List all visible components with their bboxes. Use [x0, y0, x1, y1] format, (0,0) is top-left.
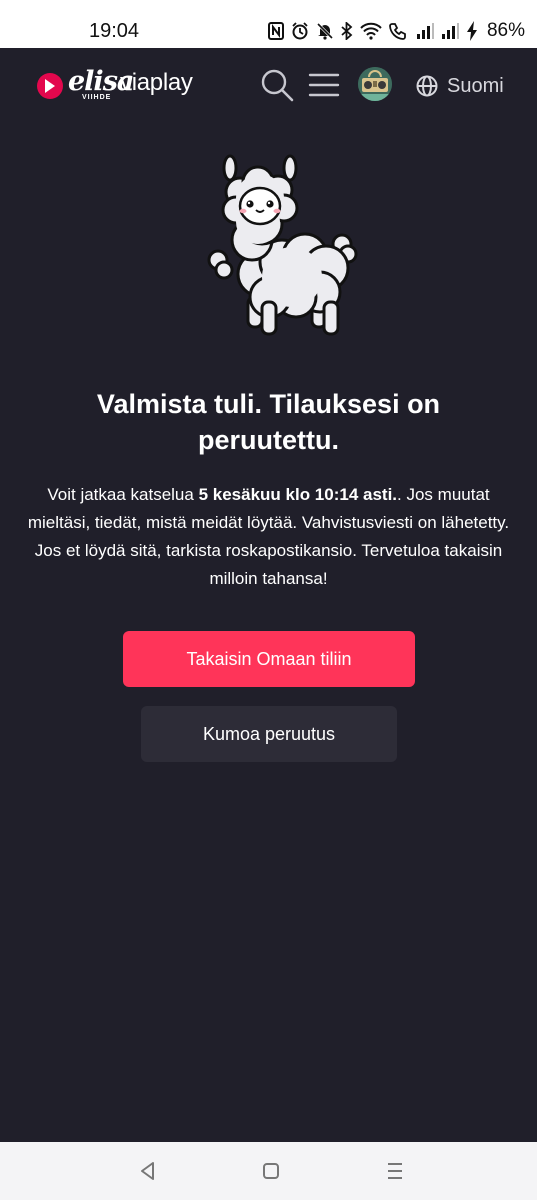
home-icon[interactable]	[262, 1162, 280, 1180]
brand-viaplay: viaplay	[120, 69, 193, 96]
language-label: Suomi	[447, 74, 504, 97]
menu-icon	[308, 73, 340, 97]
nfc-icon	[267, 22, 284, 40]
page-title: Valmista tuli. Tilauksesi on peruutettu.	[96, 389, 441, 455]
confirmation-message: Voit jatkaa katselua 5 kesäkuu klo 10:14…	[22, 481, 515, 593]
system-nav-bar	[0, 1142, 537, 1200]
elisa-logo-icon	[37, 73, 63, 99]
alpaca-illustration	[207, 154, 358, 336]
screen: 19:04 86% elisa VIIHDE viaplay Suomi Val…	[0, 0, 537, 1200]
message-intro: Voit jatkaa katselua	[47, 485, 199, 504]
signal-icon	[441, 22, 459, 40]
battery-level: 86%	[486, 20, 525, 41]
wifi-icon	[360, 22, 382, 40]
avatar[interactable]	[358, 67, 392, 101]
brand-sub: VIIHDE	[82, 94, 112, 101]
boombox-avatar-icon	[358, 67, 392, 101]
search-button[interactable]	[260, 68, 294, 102]
globe-icon	[416, 75, 438, 97]
bluetooth-icon	[341, 22, 353, 40]
language-selector[interactable]: Suomi	[416, 72, 504, 100]
search-icon	[261, 69, 294, 102]
undo-cancellation-button[interactable]: Kumoa peruutus	[141, 706, 397, 762]
brand-logo[interactable]: elisa VIIHDE viaplay	[36, 66, 196, 106]
status-icons: 86%	[267, 18, 525, 44]
back-to-account-button[interactable]: Takaisin Omaan tiliin	[123, 631, 415, 687]
recents-icon[interactable]	[386, 1160, 404, 1182]
app-content: elisa VIIHDE viaplay Suomi Valmista tuli…	[0, 48, 537, 1142]
mute-icon	[316, 22, 334, 40]
call-icon	[389, 22, 409, 40]
menu-button[interactable]	[308, 72, 340, 98]
end-date: 5 kesäkuu klo 10:14 asti.	[198, 485, 398, 504]
charging-icon	[466, 21, 478, 41]
alarm-icon	[291, 22, 309, 40]
back-icon[interactable]	[138, 1160, 158, 1182]
header: elisa VIIHDE viaplay Suomi	[0, 48, 537, 126]
signal-icon	[416, 22, 434, 40]
status-time: 19:04	[89, 20, 140, 42]
